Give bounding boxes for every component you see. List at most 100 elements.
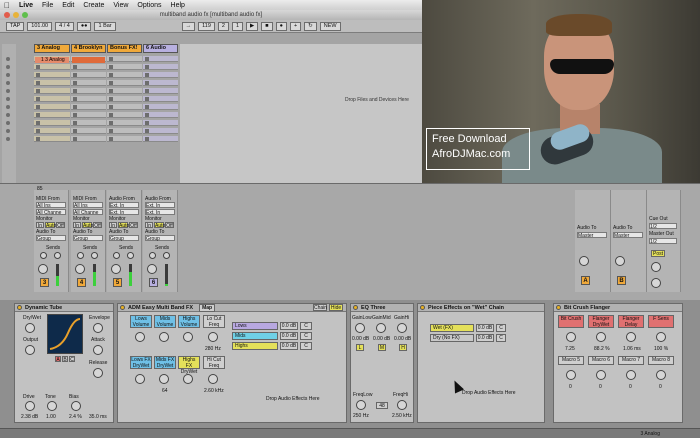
chain-mids[interactable]: Mids [232,332,278,340]
app-menu[interactable]: Live [19,2,33,9]
monitor-off-button[interactable]: Off [56,222,65,229]
flanger-delay-knob[interactable] [626,332,636,342]
scene-launch-icon[interactable] [6,73,10,77]
track-activator-button[interactable]: 3 [40,278,49,287]
lows-volume-knob[interactable] [135,332,145,342]
return-b-label[interactable]: B [617,276,626,285]
chain-dry-volume[interactable]: 0.0 dB [476,334,494,342]
session-drop-zone[interactable]: Drop Files and Devices Here [180,44,422,184]
clip-stop-icon[interactable] [73,137,77,141]
scene-launch-icon[interactable] [6,57,10,61]
return-a-send-knob[interactable] [579,256,589,266]
clip-stop-icon[interactable] [36,81,40,85]
eq-freqlow-knob[interactable] [356,400,366,410]
clip-stop-icon[interactable] [109,129,113,133]
map-button[interactable]: Map [199,303,216,312]
return-a-audio-to[interactable]: Master [577,232,607,239]
clip-stop-icon[interactable] [109,97,113,101]
chain-dry[interactable]: Dry (No FX) [430,334,474,342]
clip-stop-icon[interactable] [145,73,149,77]
clip-stop-icon[interactable] [73,129,77,133]
menu-view[interactable]: View [113,2,128,9]
send-b-knob[interactable] [91,252,98,259]
clip-stop-icon[interactable] [73,73,77,77]
power-icon[interactable] [353,305,358,310]
clip-stop-icon[interactable] [109,113,113,117]
tempo-field[interactable]: 101.00 [27,21,53,31]
clip-4-brooklyn[interactable] [72,57,105,63]
metronome-icon[interactable]: ●● [76,21,92,31]
clip-stop-icon[interactable] [145,129,149,133]
scene-launch-icon[interactable] [6,121,10,125]
close-window-button[interactable] [4,12,10,18]
chain-mids-volume[interactable]: 0.0 dB [280,332,298,340]
audio-to-select[interactable]: Group [145,235,175,242]
clip-stop-icon[interactable] [145,89,149,93]
return-b-audio-to[interactable]: Master [613,232,643,239]
clip-stop-icon[interactable] [109,81,113,85]
pan-knob[interactable] [147,264,157,274]
menu-edit[interactable]: Edit [62,2,74,9]
locut-freq-knob[interactable] [208,332,218,342]
clip-stop-icon[interactable] [73,89,77,93]
scene-launch-icon[interactable] [6,129,10,133]
clip-stop-icon[interactable] [145,81,149,85]
tube-bias-knob[interactable] [71,401,81,411]
clip-stop-icon[interactable] [109,57,113,61]
mids-fx-knob[interactable] [159,374,169,384]
monitor-in-button[interactable]: In [36,222,44,229]
clip-stop-icon[interactable] [36,129,40,133]
power-icon[interactable] [420,305,425,310]
track-activator-button[interactable]: 4 [77,278,86,287]
time-signature-field[interactable]: 4 / 4 [55,21,74,31]
monitor-in-button[interactable]: In [145,222,153,229]
clip-stop-icon[interactable] [36,97,40,101]
mids-volume-knob[interactable] [159,332,169,342]
send-a-knob[interactable] [113,252,120,259]
clip-stop-icon[interactable] [73,65,77,69]
clip-stop-icon[interactable] [109,65,113,69]
tube-drive-knob[interactable] [25,401,35,411]
lows-fx-knob[interactable] [135,374,145,384]
tube-curve-display[interactable] [47,314,83,354]
clip-stop-icon[interactable] [36,137,40,141]
scene-launch-icon[interactable] [6,105,10,109]
input-channel-select[interactable]: All Channe [36,209,66,216]
macro-5-knob[interactable] [566,370,576,380]
bitcrush-knob[interactable] [566,332,576,342]
chain-highs-volume[interactable]: 0.0 dB [280,342,298,350]
return-a-label[interactable]: A [581,276,590,285]
clip-stop-icon[interactable] [73,105,77,109]
scene-launch-icon[interactable] [6,81,10,85]
quantize-select[interactable]: 1 Bar [94,21,116,31]
send-a-knob[interactable] [40,252,47,259]
tube-attack-knob[interactable] [93,345,103,355]
master-out-select[interactable]: 1/2 [649,238,677,245]
input-source-select[interactable]: All Ins [73,202,103,209]
highs-fx-knob[interactable] [183,374,193,384]
apple-icon[interactable]:  [4,1,10,10]
monitor-auto-button[interactable]: Auto [118,222,129,229]
eq-freqhi-knob[interactable] [397,400,407,410]
scene-launch-icon[interactable] [6,89,10,93]
audio-to-select[interactable]: Group [73,235,103,242]
clip-stop-icon[interactable] [73,113,77,117]
chain-dry-pan[interactable]: C [496,334,506,342]
chain-wet-pan[interactable]: C [496,324,506,332]
position-bar[interactable]: 119 [198,21,215,31]
scene-launch-icon[interactable] [6,97,10,101]
scene-launch-icon[interactable] [6,65,10,69]
post-button[interactable]: Post [651,250,665,257]
chain-highs[interactable]: Highs [232,342,278,350]
macro-7-knob[interactable] [626,370,636,380]
clip-stop-icon[interactable] [145,113,149,117]
chain-lows-pan[interactable]: C [300,322,312,330]
send-b-knob[interactable] [127,252,134,259]
power-icon[interactable] [556,305,561,310]
chain-wet-volume[interactable]: 0.0 dB [476,324,494,332]
pan-knob[interactable] [111,264,121,274]
clip-stop-icon[interactable] [145,97,149,101]
track-activator-button[interactable]: 5 [113,278,122,287]
hide-button[interactable]: Hide [329,304,343,311]
tube-type-c[interactable]: C [69,356,75,363]
